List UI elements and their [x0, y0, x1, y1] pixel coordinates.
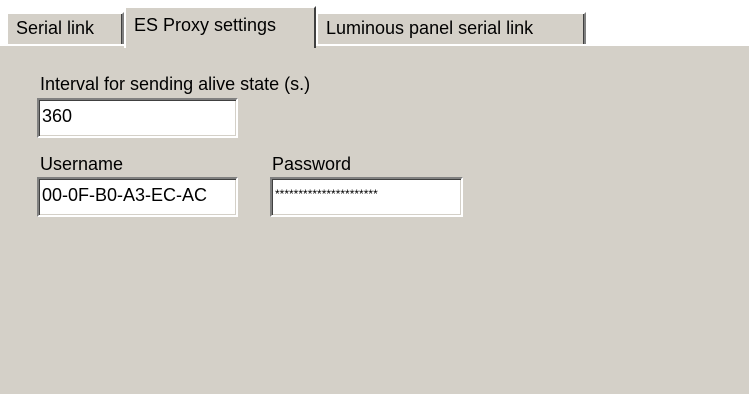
tab-serial-link[interactable]: Serial link	[6, 12, 124, 44]
interval-label: Interval for sending alive state (s.)	[40, 74, 311, 94]
settings-window: Serial link ES Proxy settings Luminous p…	[0, 0, 749, 394]
interval-input[interactable]: 360	[37, 98, 238, 138]
tab-luminous-panel-serial-link[interactable]: Luminous panel serial link	[316, 12, 586, 44]
tab-es-proxy-settings[interactable]: ES Proxy settings	[124, 6, 316, 48]
password-input[interactable]: **********************	[270, 177, 463, 217]
username-label: Username	[40, 154, 124, 174]
es-proxy-settings-panel: Interval for sending alive state (s.) 36…	[0, 44, 749, 394]
tab-strip: Serial link ES Proxy settings Luminous p…	[0, 0, 749, 50]
password-label: Password	[272, 154, 352, 174]
username-input[interactable]: 00-0F-B0-A3-EC-AC	[37, 177, 238, 217]
